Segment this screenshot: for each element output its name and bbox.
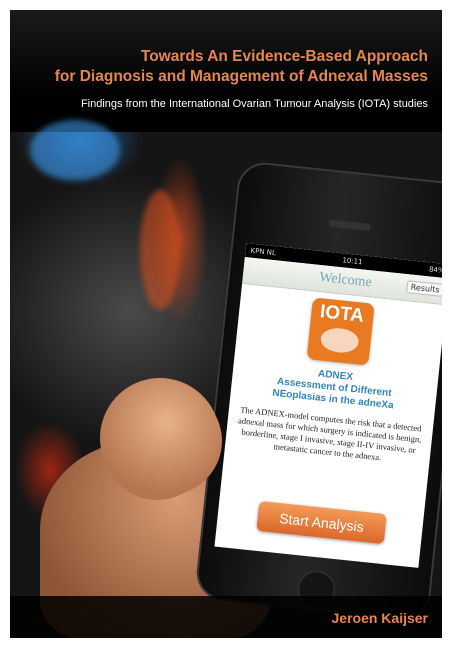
phone-speaker xyxy=(328,219,372,232)
phone-screen: KPN NL 10:11 84% Welcome Results IOTA AD… xyxy=(214,243,442,568)
cover-title-line2: for Diagnosis and Management of Adnexal … xyxy=(54,68,428,85)
cover-title-line1: Towards An Evidence-Based Approach xyxy=(140,48,428,65)
smartphone: KPN NL 10:11 84% Welcome Results IOTA AD… xyxy=(194,160,442,623)
iota-logo: IOTA xyxy=(306,297,375,366)
author-name: Jeroen Kaijser xyxy=(331,610,429,626)
logo-text: IOTA xyxy=(318,301,365,327)
app-description: The ADNEX-model computes the risk that a… xyxy=(237,404,422,463)
ovary-icon xyxy=(319,326,360,355)
ultrasound-blob-blue xyxy=(30,120,120,180)
book-cover: Towards An Evidence-Based Approach for D… xyxy=(10,10,442,638)
start-analysis-button[interactable]: Start Analysis xyxy=(256,500,387,545)
cover-subtitle: Findings from the International Ovarian … xyxy=(80,98,428,110)
ultrasound-blob-red xyxy=(140,190,180,310)
